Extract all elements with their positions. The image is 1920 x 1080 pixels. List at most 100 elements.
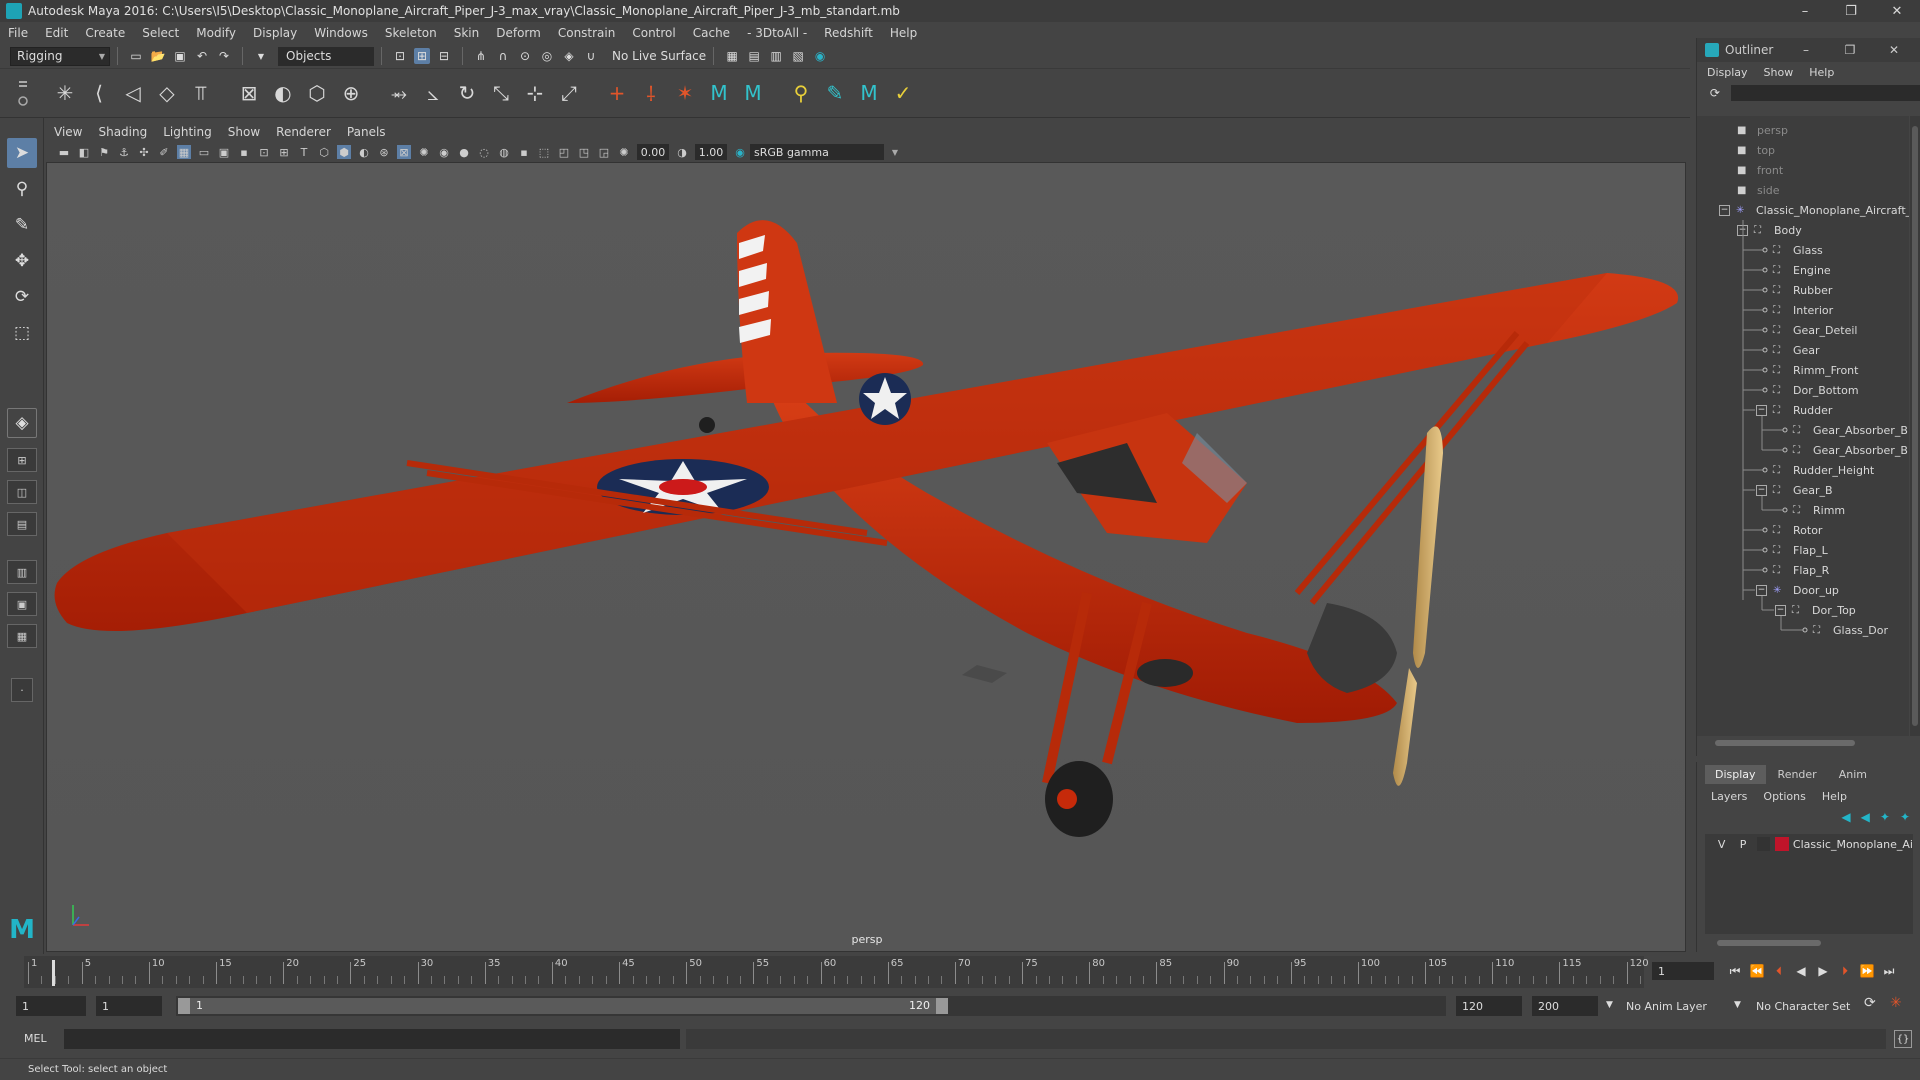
play-backwards-icon[interactable]: ◀	[1790, 960, 1812, 982]
parent-constraint-icon[interactable]: ⊹	[520, 78, 550, 108]
menu-select[interactable]: Select	[142, 26, 179, 40]
select-object-icon[interactable]: ⊞	[414, 48, 430, 64]
snap-grid-icon[interactable]: ⋔	[473, 48, 489, 64]
scale-tool-icon[interactable]: ⬚	[7, 318, 37, 348]
custom-layout-icon[interactable]: ▦	[7, 624, 37, 648]
camera-attributes-icon[interactable]: ◧	[77, 145, 91, 159]
shadows-icon[interactable]: ◉	[437, 145, 451, 159]
film-gate-icon[interactable]: ▭	[197, 145, 211, 159]
layer-move-up-icon[interactable]: ◀	[1841, 810, 1850, 824]
selection-mask-field[interactable]: Objects	[278, 46, 374, 66]
aim-constraint-icon[interactable]: ⦣	[418, 78, 448, 108]
range-handle-end[interactable]	[936, 998, 948, 1014]
layer-move-down-icon[interactable]: ◀	[1861, 810, 1870, 824]
undo-icon[interactable]: ↶	[194, 48, 210, 64]
gate-mask-icon[interactable]: ▪	[237, 145, 251, 159]
open-scene-icon[interactable]: 📂	[150, 48, 166, 64]
panel-menu-panels[interactable]: Panels	[347, 125, 386, 139]
tab-display[interactable]: Display	[1705, 764, 1766, 784]
snap-surface-icon[interactable]: ◈	[561, 48, 577, 64]
outliner-menu-help[interactable]: Help	[1809, 66, 1834, 79]
ipr-render-icon[interactable]: ▥	[768, 48, 784, 64]
close-button[interactable]: ✕	[1874, 0, 1920, 22]
use-all-lights-icon[interactable]: ✺	[417, 145, 431, 159]
grease-pencil-icon[interactable]: ✐	[157, 145, 171, 159]
menu-windows[interactable]: Windows	[314, 26, 368, 40]
menu-control[interactable]: Control	[632, 26, 675, 40]
create-joint-icon[interactable]: ✳	[50, 78, 80, 108]
ik-handle-icon[interactable]: ⫪	[186, 78, 216, 108]
scale-constraint-icon[interactable]: ⤡	[486, 78, 516, 108]
multisample-icon[interactable]: ◍	[497, 145, 511, 159]
resolution-gate-icon[interactable]: ▣	[217, 145, 231, 159]
chevron-down-icon[interactable]: ▼	[253, 48, 269, 64]
graph-layout-icon[interactable]: ▥	[7, 560, 37, 584]
outliner-menu-show[interactable]: Show	[1764, 66, 1794, 79]
minimize-button[interactable]: –	[1782, 0, 1828, 22]
redo-icon[interactable]: ↷	[216, 48, 232, 64]
panel-menu-renderer[interactable]: Renderer	[276, 125, 331, 139]
mirror-joint-icon[interactable]: ◁	[118, 78, 148, 108]
point-constraint-icon[interactable]: ⥇	[384, 78, 414, 108]
image-plane-icon[interactable]: ⚓	[117, 145, 131, 159]
default-material-icon[interactable]: ◐	[357, 145, 371, 159]
blend-shape-icon[interactable]: ⚲	[786, 78, 816, 108]
grid-icon[interactable]: ▦	[177, 145, 191, 159]
menu-constrain[interactable]: Constrain	[558, 26, 616, 40]
step-back-frame-icon[interactable]: ⏴	[1768, 960, 1790, 982]
script-editor-icon[interactable]: {}	[1894, 1030, 1912, 1048]
outliner-layout-icon[interactable]: ▤	[7, 512, 37, 536]
auto-key-icon[interactable]: ⟳	[1864, 995, 1876, 1011]
maya-script-icon[interactable]: M	[704, 78, 734, 108]
smooth-shade-icon[interactable]: ⬢	[337, 145, 351, 159]
shelf-handle-icon[interactable]	[18, 79, 28, 109]
play-forwards-icon[interactable]: ▶	[1812, 960, 1834, 982]
last-tool-icon[interactable]: ◈	[7, 408, 37, 438]
menu-skeleton[interactable]: Skeleton	[385, 26, 437, 40]
script-language-toggle[interactable]: MEL	[24, 1032, 47, 1045]
safe-title-icon[interactable]: T	[297, 145, 311, 159]
two-view-layout-icon[interactable]: ◫	[7, 480, 37, 504]
hik-icon[interactable]: ✶	[670, 78, 700, 108]
check-icon[interactable]: ✓	[888, 78, 918, 108]
outliner-restore-button[interactable]: ❐	[1828, 43, 1872, 57]
set-key-icon[interactable]: ⸸	[636, 78, 666, 108]
single-view-layout-icon[interactable]: ▣	[7, 592, 37, 616]
tab-render[interactable]: Render	[1768, 765, 1827, 784]
rotate-tool-icon[interactable]: ⟳	[7, 282, 37, 312]
layer-playback-toggle[interactable]: P	[1732, 838, 1753, 851]
bookmark-icon[interactable]: ⚑	[97, 145, 111, 159]
panel-menu-lighting[interactable]: Lighting	[163, 125, 212, 139]
bind-skin-icon[interactable]: ⊠	[234, 78, 264, 108]
pan-zoom-icon[interactable]: ✣	[137, 145, 151, 159]
outliner-minimize-button[interactable]: –	[1784, 43, 1828, 57]
range-handle[interactable]: 1 120	[178, 998, 948, 1014]
locator-icon[interactable]: +	[602, 78, 632, 108]
safe-action-icon[interactable]: ⊞	[277, 145, 291, 159]
textured-icon[interactable]: ⊠	[397, 145, 411, 159]
restore-button[interactable]: ❐	[1828, 0, 1874, 22]
animation-end-field[interactable]: 200	[1532, 996, 1598, 1016]
cluster-icon[interactable]: ⊕	[336, 78, 366, 108]
maya-logo-shelf-icon[interactable]: M	[854, 78, 884, 108]
menu-skin[interactable]: Skin	[454, 26, 480, 40]
menu-create[interactable]: Create	[85, 26, 125, 40]
four-view-layout-icon[interactable]: ⊞	[7, 448, 37, 472]
new-scene-icon[interactable]: ▭	[128, 48, 144, 64]
tab-anim[interactable]: Anim	[1829, 765, 1877, 784]
chevron-down-icon[interactable]: ▼	[1734, 1000, 1741, 1010]
layer-visibility-toggle[interactable]: V	[1711, 838, 1732, 851]
insert-joint-icon[interactable]: ⟨	[84, 78, 114, 108]
range-handle-start[interactable]	[178, 998, 190, 1014]
layer-menu-layers[interactable]: Layers	[1711, 790, 1747, 803]
maya-tool-icon[interactable]: M	[738, 78, 768, 108]
select-camera-icon[interactable]: ▬	[57, 145, 71, 159]
gamma-icon[interactable]: ◑	[675, 145, 689, 159]
step-back-key-icon[interactable]: ⏪	[1746, 960, 1768, 982]
menu-deform[interactable]: Deform	[496, 26, 541, 40]
exposure-icon[interactable]: ✺	[617, 145, 631, 159]
hypershade-icon[interactable]: ◉	[812, 48, 828, 64]
menu-edit[interactable]: Edit	[45, 26, 68, 40]
menu-display[interactable]: Display	[253, 26, 297, 40]
orient-constraint-icon[interactable]: ↻	[452, 78, 482, 108]
